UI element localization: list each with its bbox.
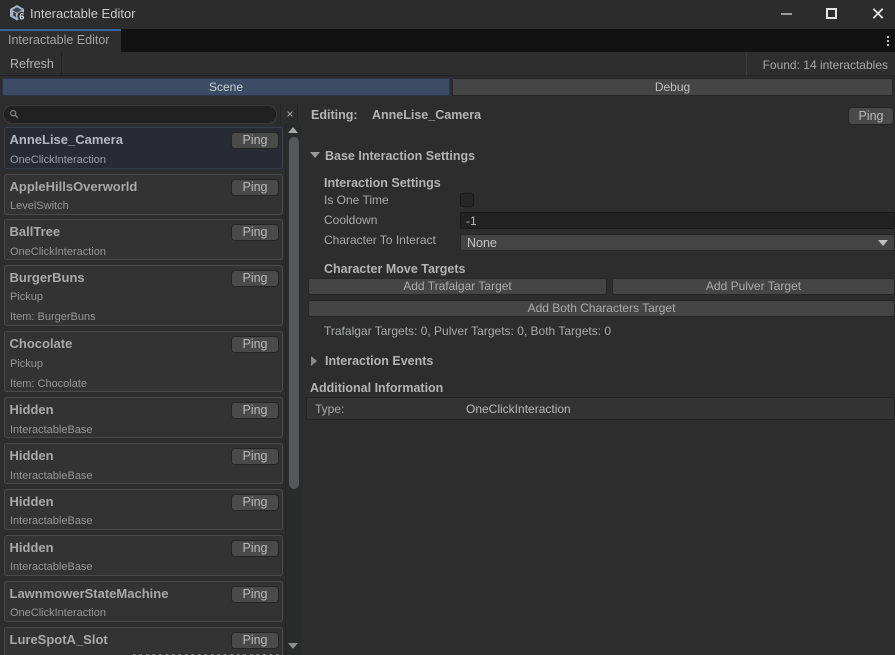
svg-text:6: 6 — [19, 11, 24, 21]
